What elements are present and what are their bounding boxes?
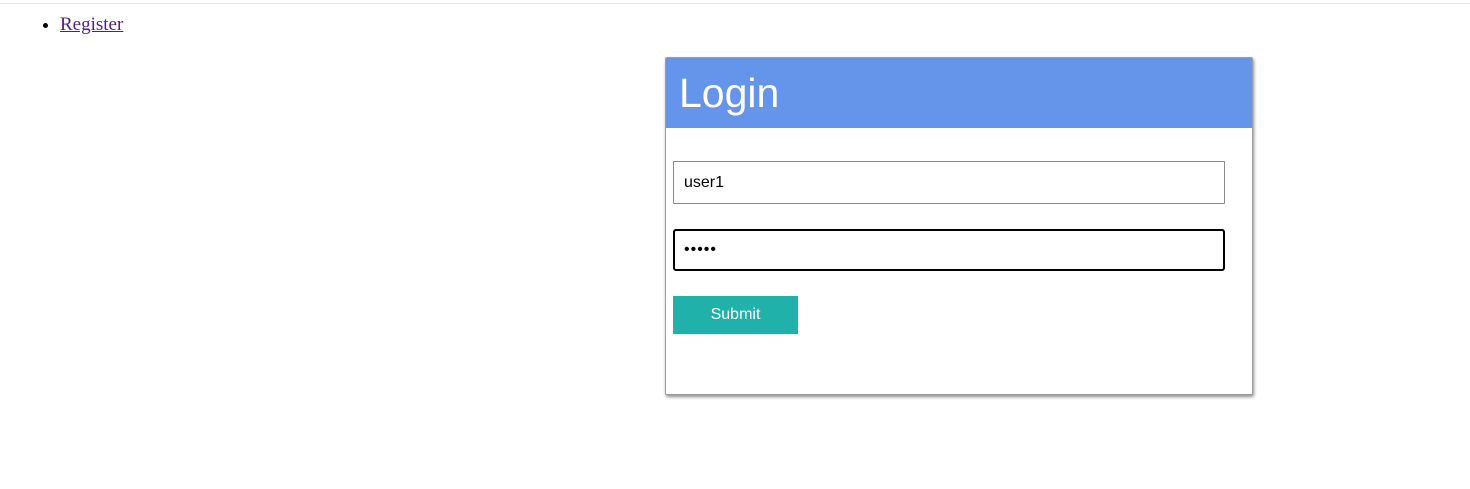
submit-button[interactable]: Submit [673, 296, 798, 334]
nav-list-item: Register [60, 13, 123, 37]
login-title: Login [679, 70, 780, 116]
username-input[interactable] [673, 161, 1225, 204]
login-card-header: Login [666, 58, 1252, 128]
nav-list: Register [0, 13, 123, 37]
login-card: Login Submit [665, 57, 1253, 395]
register-link[interactable]: Register [60, 14, 123, 35]
password-input[interactable] [673, 229, 1225, 271]
top-divider [0, 3, 1470, 4]
